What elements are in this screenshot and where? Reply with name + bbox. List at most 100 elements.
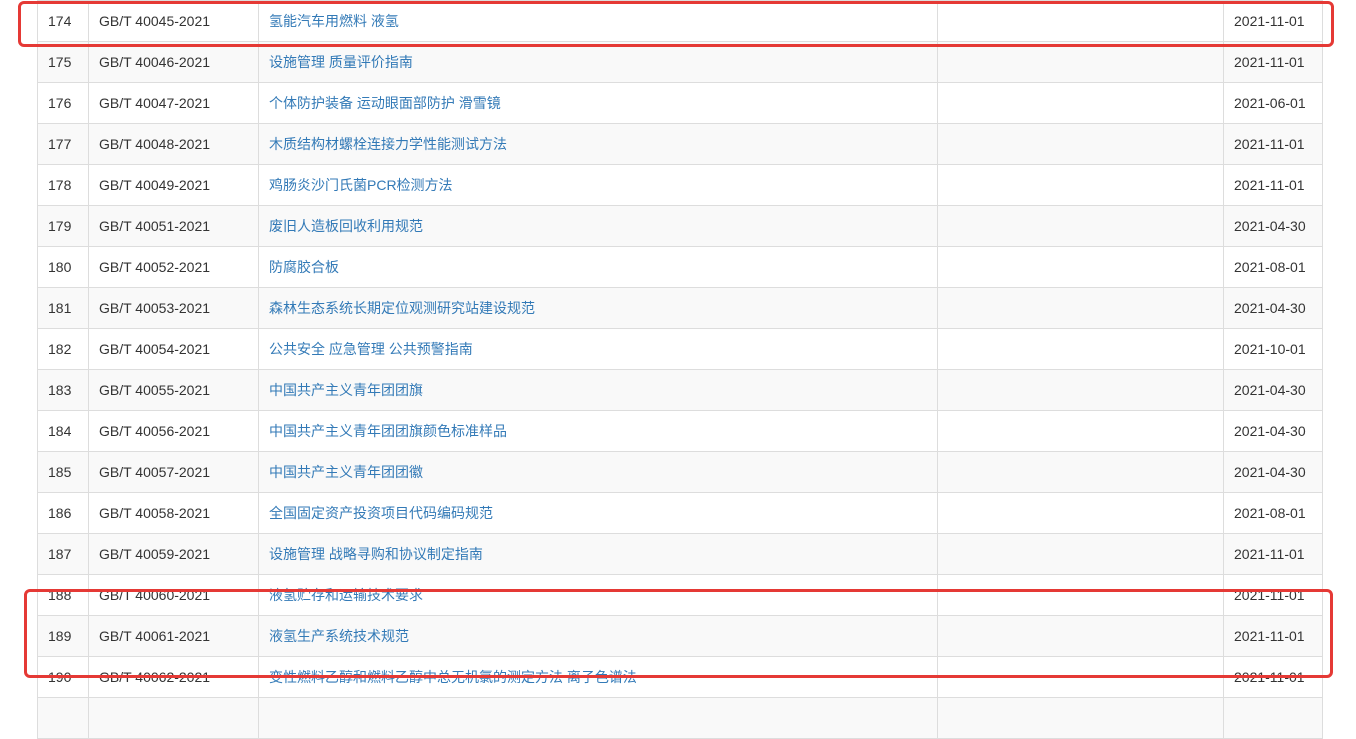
note-cell bbox=[937, 205, 1224, 247]
table-row: 179 GB/T 40051-2021 废旧人造板回收利用规范 2021-04-… bbox=[37, 205, 1323, 247]
standard-code: GB/T 40049-2021 bbox=[88, 164, 259, 206]
note-cell bbox=[937, 164, 1224, 206]
standard-name-cell: 中国共产主义青年团团旗 bbox=[258, 369, 938, 411]
standard-name-cell: 中国共产主义青年团团徽 bbox=[258, 451, 938, 493]
standard-name-cell: 废旧人造板回收利用规范 bbox=[258, 205, 938, 247]
standard-code: GB/T 40061-2021 bbox=[88, 615, 259, 657]
standard-name-link[interactable]: 设施管理 质量评价指南 bbox=[269, 54, 413, 70]
implementation-date: 2021-04-30 bbox=[1223, 369, 1323, 411]
note-cell bbox=[937, 615, 1224, 657]
table-row: 184 GB/T 40056-2021 中国共产主义青年团团旗颜色标准样品 20… bbox=[37, 410, 1323, 452]
standard-name-cell: 液氢生产系统技术规范 bbox=[258, 615, 938, 657]
row-number bbox=[37, 697, 89, 739]
standard-name-cell: 全国固定资产投资项目代码编码规范 bbox=[258, 492, 938, 534]
note-cell bbox=[937, 287, 1224, 329]
standard-name-cell: 变性燃料乙醇和燃料乙醇中总无机氯的测定方法 离子色谱法 bbox=[258, 656, 938, 698]
standard-name-cell: 液氢贮存和运输技术要求 bbox=[258, 574, 938, 616]
row-number: 179 bbox=[37, 205, 89, 247]
standard-code: GB/T 40057-2021 bbox=[88, 451, 259, 493]
note-cell bbox=[937, 533, 1224, 575]
implementation-date: 2021-11-01 bbox=[1223, 533, 1323, 575]
note-cell bbox=[937, 328, 1224, 370]
table-row: 182 GB/T 40054-2021 公共安全 应急管理 公共预警指南 202… bbox=[37, 328, 1323, 370]
standard-name-cell: 设施管理 战略寻购和协议制定指南 bbox=[258, 533, 938, 575]
standard-code: GB/T 40056-2021 bbox=[88, 410, 259, 452]
table-row: 188 GB/T 40060-2021 液氢贮存和运输技术要求 2021-11-… bbox=[37, 574, 1323, 616]
standard-code: GB/T 40059-2021 bbox=[88, 533, 259, 575]
implementation-date: 2021-06-01 bbox=[1223, 82, 1323, 124]
standard-name-link[interactable]: 木质结构材螺栓连接力学性能测试方法 bbox=[269, 136, 507, 152]
standard-code: GB/T 40046-2021 bbox=[88, 41, 259, 83]
implementation-date: 2021-10-01 bbox=[1223, 328, 1323, 370]
row-number: 180 bbox=[37, 246, 89, 288]
table-row: 183 GB/T 40055-2021 中国共产主义青年团团旗 2021-04-… bbox=[37, 369, 1323, 411]
standard-name-link[interactable]: 液氢生产系统技术规范 bbox=[269, 628, 409, 644]
standard-name-cell: 防腐胶合板 bbox=[258, 246, 938, 288]
row-number: 186 bbox=[37, 492, 89, 534]
note-cell bbox=[937, 410, 1224, 452]
standard-code: GB/T 40054-2021 bbox=[88, 328, 259, 370]
table-row: 178 GB/T 40049-2021 鸡肠炎沙门氏菌PCR检测方法 2021-… bbox=[37, 164, 1323, 206]
implementation-date: 2021-11-01 bbox=[1223, 0, 1323, 42]
standard-code: GB/T 40045-2021 bbox=[88, 0, 259, 42]
table-row: 181 GB/T 40053-2021 森林生态系统长期定位观测研究站建设规范 … bbox=[37, 287, 1323, 329]
standard-name-link[interactable]: 防腐胶合板 bbox=[269, 259, 339, 275]
standard-code: GB/T 40048-2021 bbox=[88, 123, 259, 165]
row-number: 190 bbox=[37, 656, 89, 698]
note-cell bbox=[937, 123, 1224, 165]
standards-table-body: 174 GB/T 40045-2021 氢能汽车用燃料 液氢 2021-11-0… bbox=[37, 0, 1323, 739]
standard-name-link[interactable]: 全国固定资产投资项目代码编码规范 bbox=[269, 505, 493, 521]
table-row: 190 GB/T 40062-2021 变性燃料乙醇和燃料乙醇中总无机氯的测定方… bbox=[37, 656, 1323, 698]
row-number: 187 bbox=[37, 533, 89, 575]
row-number: 174 bbox=[37, 0, 89, 42]
standard-name-link[interactable]: 个体防护装备 运动眼面部防护 滑雪镜 bbox=[269, 95, 501, 111]
note-cell bbox=[937, 0, 1224, 42]
row-number: 189 bbox=[37, 615, 89, 657]
standard-code: GB/T 40051-2021 bbox=[88, 205, 259, 247]
standard-name-cell: 氢能汽车用燃料 液氢 bbox=[258, 0, 938, 42]
standard-code: GB/T 40062-2021 bbox=[88, 656, 259, 698]
row-number: 184 bbox=[37, 410, 89, 452]
note-cell bbox=[937, 492, 1224, 534]
note-cell bbox=[937, 82, 1224, 124]
implementation-date: 2021-11-01 bbox=[1223, 615, 1323, 657]
standard-name-cell: 个体防护装备 运动眼面部防护 滑雪镜 bbox=[258, 82, 938, 124]
standards-table-container: 174 GB/T 40045-2021 氢能汽车用燃料 液氢 2021-11-0… bbox=[37, 0, 1323, 739]
standard-name-link[interactable]: 中国共产主义青年团团徽 bbox=[269, 464, 423, 480]
row-number: 185 bbox=[37, 451, 89, 493]
table-row: 189 GB/T 40061-2021 液氢生产系统技术规范 2021-11-0… bbox=[37, 615, 1323, 657]
standard-name-link[interactable]: 废旧人造板回收利用规范 bbox=[269, 218, 423, 234]
note-cell bbox=[937, 369, 1224, 411]
row-number: 178 bbox=[37, 164, 89, 206]
row-number: 175 bbox=[37, 41, 89, 83]
row-number: 188 bbox=[37, 574, 89, 616]
row-number: 177 bbox=[37, 123, 89, 165]
standard-code: GB/T 40055-2021 bbox=[88, 369, 259, 411]
standard-code: GB/T 40058-2021 bbox=[88, 492, 259, 534]
note-cell bbox=[937, 697, 1224, 739]
standard-code: GB/T 40052-2021 bbox=[88, 246, 259, 288]
standards-table: 174 GB/T 40045-2021 氢能汽车用燃料 液氢 2021-11-0… bbox=[37, 0, 1323, 739]
standard-name-link[interactable]: 氢能汽车用燃料 液氢 bbox=[269, 13, 399, 29]
standard-name-link[interactable]: 设施管理 战略寻购和协议制定指南 bbox=[269, 546, 483, 562]
implementation-date: 2021-08-01 bbox=[1223, 246, 1323, 288]
row-number: 182 bbox=[37, 328, 89, 370]
standard-name-link[interactable]: 中国共产主义青年团团旗颜色标准样品 bbox=[269, 423, 507, 439]
standard-name-link[interactable]: 森林生态系统长期定位观测研究站建设规范 bbox=[269, 300, 535, 316]
implementation-date: 2021-04-30 bbox=[1223, 451, 1323, 493]
note-cell bbox=[937, 656, 1224, 698]
standard-name-cell: 公共安全 应急管理 公共预警指南 bbox=[258, 328, 938, 370]
implementation-date bbox=[1223, 697, 1323, 739]
standard-name-link[interactable]: 液氢贮存和运输技术要求 bbox=[269, 587, 423, 603]
implementation-date: 2021-04-30 bbox=[1223, 205, 1323, 247]
standard-name-link[interactable]: 公共安全 应急管理 公共预警指南 bbox=[269, 341, 473, 357]
implementation-date: 2021-11-01 bbox=[1223, 656, 1323, 698]
note-cell bbox=[937, 574, 1224, 616]
note-cell bbox=[937, 41, 1224, 83]
table-row: 177 GB/T 40048-2021 木质结构材螺栓连接力学性能测试方法 20… bbox=[37, 123, 1323, 165]
standard-name-link[interactable]: 中国共产主义青年团团旗 bbox=[269, 382, 423, 398]
standard-name-link[interactable]: 鸡肠炎沙门氏菌PCR检测方法 bbox=[269, 177, 453, 193]
table-row: 175 GB/T 40046-2021 设施管理 质量评价指南 2021-11-… bbox=[37, 41, 1323, 83]
standard-name-link[interactable]: 变性燃料乙醇和燃料乙醇中总无机氯的测定方法 离子色谱法 bbox=[269, 669, 637, 685]
standard-name-cell: 设施管理 质量评价指南 bbox=[258, 41, 938, 83]
